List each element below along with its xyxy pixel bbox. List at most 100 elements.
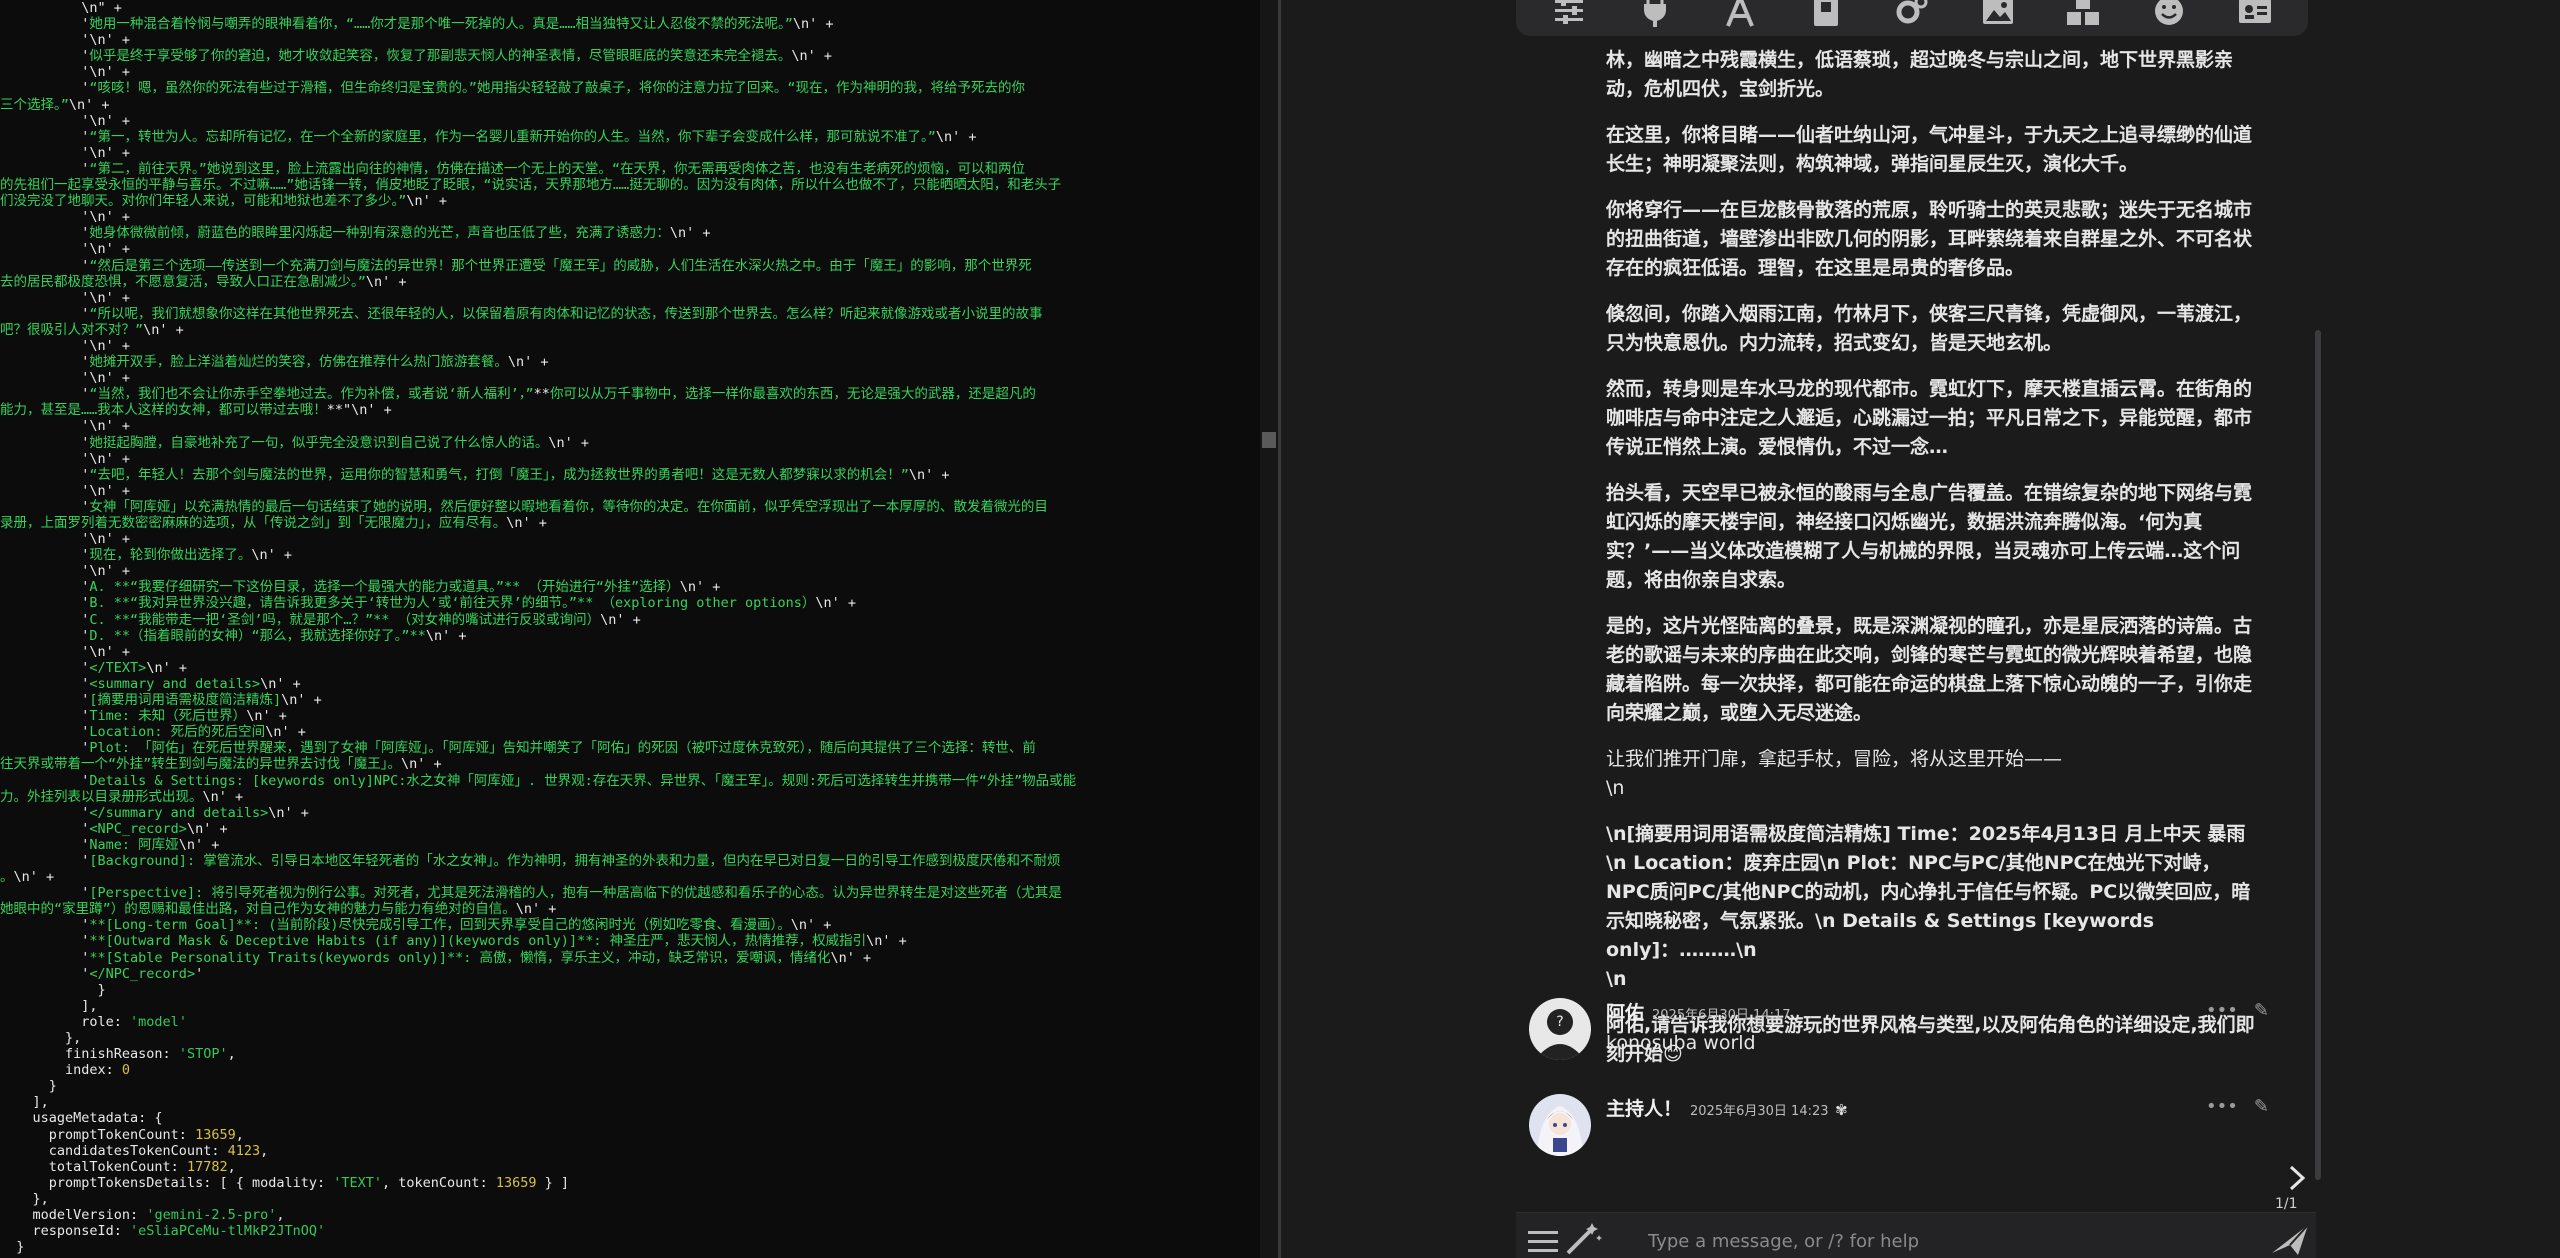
terminal-text: ' [0,708,90,725]
terminal-text: 17782 [186,1158,228,1175]
terminal-line: usageMetadata: { [0,1110,1258,1126]
terminal-text: 她挺起胸膛，自豪地补充了一句，似乎完全没意识到自己说了什么惊人的话。 [89,434,549,451]
gears-icon[interactable] [1891,0,1933,29]
message-author: 主持人！ 2025年6月30日 14:23 ✾ [1606,1098,1848,1120]
terminal-text: \n' + [790,917,832,934]
terminal-text: “然后是第三个选项——传送到一个充满刀剑与魔法的异世界！那个世界正遭受「魔王军」… [89,257,1032,274]
terminal-text: , [227,1158,236,1175]
font-icon[interactable] [1719,0,1761,29]
chat-panel: 林，幽暗之中残霞横生，低语蔡琐，超过晚冬与宗山之间，地下世界黑影亲动，危机四伏，… [1281,0,2560,1258]
terminal-text: '\n' + [0,64,131,81]
terminal-line: '她用一种混合着怜悯与嘲弄的眼神看着你，“……你才是那个唯一死掉的人。真是……相… [0,16,1258,32]
terminal-line: '\n' + [0,563,1258,579]
terminal-output: \n" + '她用一种混合着怜悯与嘲弄的眼神看着你，“……你才是那个唯一死掉的人… [0,0,1258,1258]
chat-messages: 林，幽暗之中残霞横生，低语蔡琐，超过晚冬与宗山之间，地下世界黑影亲动，危机四伏，… [1281,36,2281,1176]
user-avatar[interactable]: ? [1529,998,1591,1060]
more-options-icon[interactable]: ••• [2206,1000,2238,1021]
terminal-line: totalTokenCount: 17782, [0,1159,1258,1175]
terminal-line: 'Name: 阿库娅\n' + [0,837,1258,853]
terminal-text: 'STOP' [178,1046,228,1063]
terminal-line: '</NPC_record>' [0,966,1258,982]
terminal-line: responseId: 'eSliaPCeMu-tlMkP2JTnOQ' [0,1223,1258,1239]
terminal-line: '\n' + [0,418,1258,434]
send-icon[interactable] [2268,1221,2312,1258]
terminal-text: '\n' + [0,32,131,49]
terminal-line: 'D. **（指着眼前的女神）“那么，我就选择你好了。”**\n' + [0,628,1258,644]
terminal-text: , [276,1207,285,1224]
terminal-line: 'Plot: 「阿佑」在死后世界醒来，遇到了女神「阿库娅」。「阿库娅」告知并嘲笑… [0,740,1258,756]
terminal-text: 力。外挂列表以目录册形式出现。 [0,788,203,805]
terminal-text: , tokenCount: [382,1174,496,1191]
terminal-line: 录册，上面罗列着无数密密麻麻的选项，从「传说之剑」到「无限魔力」，应有尽有。\n… [0,515,1258,531]
terminal-text: '\n' + [0,241,131,258]
terminal-scrollbar-thumb[interactable] [1262,432,1276,448]
terminal-line: '她挺起胸膛，自豪地补充了一句，似乎完全没意识到自己说了什么惊人的话。\n' + [0,435,1258,451]
terminal-text: “所以呢，我们就想象你这样在其他世界死去、还很年轻的人，以保留着原有肉体和记忆的… [89,305,1043,322]
terminal-text: ' [0,836,90,853]
message-actions: ••• ✎ [2206,1096,2269,1117]
face-smile-icon[interactable] [2148,0,2190,29]
terminal-text: } [0,981,106,998]
terminal-text: \n' + [365,273,407,290]
terminal-text: ' [0,80,90,97]
terminal-text: </NPC_record> [89,965,196,982]
terminal-text: \n' + [178,836,220,853]
terminal-text: 你可以从万千事物中，选择一样你最喜欢的东西，无论是强大的武器，还是超凡的 [549,386,1036,403]
message-timestamp: 2025年6月30日 14:23 [1690,1104,1829,1119]
terminal-text: ' [0,547,90,564]
terminal-text: ' [0,949,90,966]
terminal-line: '**[Outward Mask & Deceptive Habits (if … [0,933,1258,949]
terminal-text: , [260,1142,269,1159]
terminal-text: role: [0,1013,131,1030]
sliders-icon[interactable] [1548,0,1590,29]
terminal-line: '[摘要用词用语需极度简洁精炼]\n' + [0,692,1258,708]
terminal-text: ' [0,965,90,982]
edit-pencil-icon[interactable]: ✎ [2254,1096,2269,1117]
message-input[interactable] [1646,1225,2170,1257]
cubes-icon[interactable] [2062,0,2104,29]
plug-icon[interactable] [1634,0,1676,29]
id-card-icon[interactable] [2234,0,2276,29]
terminal-text: '\n' + [0,450,131,467]
terminal-text: '\n' + [0,370,131,387]
terminal-text: <summary and details> [89,675,261,692]
more-options-icon[interactable]: ••• [2206,1096,2238,1117]
terminal-text: Details & Settings: [keywords only]NPC:水… [89,772,1077,789]
swipe-right-icon[interactable] [2284,1163,2310,1193]
terminal-line: 能力，甚至是……我本人这样的女神，都可以带过去哦！**"\n' + [0,402,1258,418]
terminal-text: \n' + [679,579,721,596]
terminal-text: 的先祖们一起享受永恒的平静与喜乐。不过嘛……”她话锋一转，俏皮地眨了眨眼，“说实… [0,177,1062,194]
message-timestamp: 2025年6月30日 14:17 [1652,1008,1791,1023]
magic-wand-icon[interactable] [1564,1221,1604,1257]
terminal-text: **[Stable Personality Traits(keywords on… [89,949,831,966]
chat-scrollbar-thumb[interactable] [2315,330,2321,1180]
terminal-line: 。\n' + [0,869,1258,885]
terminal-scrollbar[interactable] [1260,0,1278,1258]
terminal-line: 她眼中的“家里蹲”）的恩赐和最佳出路，对自己作为女神的魅力与能力有绝对的自信。\… [0,901,1258,917]
terminal-line: '**[Stable Personality Traits(keywords o… [0,950,1258,966]
image-icon[interactable] [1977,0,2019,29]
terminal-text: \n' + [815,595,857,612]
book-icon[interactable] [1805,0,1847,29]
terminal-text: \n' + [13,869,55,886]
terminal-text: totalTokenCount: [0,1158,187,1175]
terminal-text: D. **（指着眼前的女神）“那么，我就选择你好了。”** [89,627,426,644]
terminal-text: Time: 未知（死后世界） [89,708,247,725]
terminal-text: 现在，轮到你做出选择了。 [89,547,252,564]
terminal-line: '\n' + [0,241,1258,257]
terminal-text: '\n' + [0,289,131,306]
terminal-line: } [0,982,1258,998]
options-menu-icon[interactable] [1528,1229,1558,1255]
terminal-line: '女神「阿库娅」以充满热情的最后一句话结束了她的说明，然后便好整以暇地看着你，等… [0,499,1258,515]
terminal-line: '\n' + [0,531,1258,547]
terminal-text: <NPC_record> [89,820,187,837]
terminal-line: '</TEXT>\n' + [0,660,1258,676]
terminal-text: 。 [0,869,14,886]
terminal-text: '\n' + [0,643,131,660]
edit-pencil-icon[interactable]: ✎ [2254,1000,2269,1021]
terminal-text: ' [0,305,90,322]
terminal-text: 三个选择。” [0,96,69,113]
terminal-text: 她身体微微前倾，蔚蓝色的眼眸里闪烁起一种别有深意的光芒，声音也压低了些，充满了诱… [89,225,670,242]
bot-avatar[interactable] [1529,1094,1591,1156]
terminal-text: ' [0,933,90,950]
